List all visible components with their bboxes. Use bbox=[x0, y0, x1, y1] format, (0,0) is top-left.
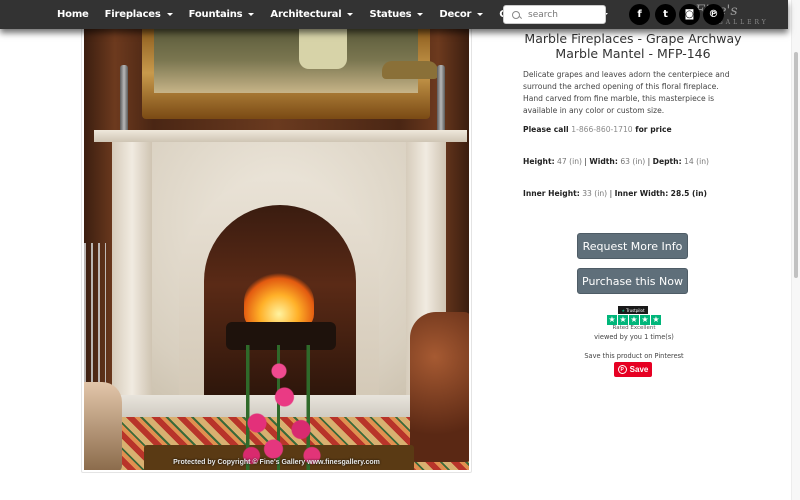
pinterest-prompt: Save this product on Pinterest bbox=[584, 352, 684, 360]
pinterest-icon: P bbox=[617, 365, 627, 374]
separator: | bbox=[647, 157, 651, 166]
pinterest-glyph: ℗ bbox=[708, 9, 719, 20]
twitter-icon[interactable]: t bbox=[655, 4, 676, 25]
image-painting bbox=[154, 27, 438, 93]
pinterest-save-label: Save bbox=[629, 365, 649, 374]
nav-item-architectural[interactable]: Architectural bbox=[262, 0, 361, 29]
inner-width-value: 28.5 (in) bbox=[670, 189, 707, 198]
image-mantel-shelf bbox=[94, 130, 467, 142]
search-icon bbox=[512, 10, 520, 19]
image-painting-figure bbox=[299, 27, 347, 69]
caret-down-icon bbox=[347, 13, 354, 16]
depth-value: 14 (in) bbox=[684, 157, 709, 166]
inner-width-label: Inner Width: bbox=[614, 189, 669, 198]
star-icon: ★ bbox=[629, 315, 639, 325]
star-icon: ★ bbox=[618, 315, 628, 325]
phone-link[interactable]: 1-866-860-1710 bbox=[571, 125, 632, 134]
depth-label: Depth: bbox=[652, 157, 682, 166]
product-title: Marble Fireplaces - Grape Archway Marble… bbox=[524, 31, 742, 61]
image-fireplace-tools bbox=[84, 243, 106, 383]
image-copyright-watermark: Protected by Copyright © Fine's Gallery … bbox=[173, 459, 380, 466]
image-candlestick-left bbox=[120, 65, 128, 131]
nav-item-home[interactable]: Home bbox=[49, 0, 97, 29]
caret-down-icon bbox=[166, 13, 173, 16]
image-ottoman bbox=[84, 382, 122, 470]
scrollbar-thumb[interactable] bbox=[794, 52, 798, 278]
nav-item-label: Architectural bbox=[270, 9, 342, 20]
star-icon: ★ bbox=[607, 315, 617, 325]
top-navbar: Home Fireplaces Fountains Architectural … bbox=[0, 0, 788, 29]
trustpilot-stars: ★ ★ ★ ★ ★ bbox=[607, 315, 661, 325]
instagram-icon[interactable]: ◙ bbox=[679, 4, 700, 25]
search-box[interactable] bbox=[503, 5, 606, 24]
trustpilot-badge[interactable]: ★ Trustpilot bbox=[618, 306, 648, 314]
inner-height-value: 33 (in) bbox=[582, 189, 608, 198]
caret-down-icon bbox=[477, 13, 484, 16]
search-input[interactable] bbox=[528, 9, 598, 20]
dimensions: Height: 47 (in) | Width: 63 (in) | Depth… bbox=[523, 157, 709, 166]
image-mantel-leg-left bbox=[112, 142, 152, 397]
trustpilot-star-icon: ★ bbox=[621, 307, 626, 313]
separator: | bbox=[584, 157, 587, 166]
nav-item-label: Decor bbox=[439, 9, 472, 20]
product-image-frame[interactable]: Protected by Copyright © Fine's Gallery … bbox=[81, 24, 472, 473]
separator: | bbox=[609, 189, 613, 198]
price-prefix: Please call bbox=[523, 125, 569, 134]
pinterest-icon[interactable]: ℗ bbox=[703, 4, 724, 25]
nav-item-label: Fireplaces bbox=[104, 9, 161, 20]
star-icon: ★ bbox=[651, 315, 661, 325]
trustpilot-label: Trustpilot bbox=[626, 307, 645, 313]
height-value: 47 (in) bbox=[557, 157, 582, 166]
star-icon: ★ bbox=[640, 315, 650, 325]
nav-item-decor[interactable]: Decor bbox=[431, 0, 491, 29]
facebook-glyph: f bbox=[637, 9, 642, 20]
nav-item-statues[interactable]: Statues bbox=[361, 0, 431, 29]
width-value: 63 (in) bbox=[620, 157, 646, 166]
facebook-icon[interactable]: f bbox=[629, 4, 650, 25]
pinterest-save-button[interactable]: P Save bbox=[614, 362, 652, 377]
nav-item-label: Home bbox=[57, 9, 89, 20]
price-suffix: for price bbox=[635, 125, 672, 134]
logo-subtext: GALLERY bbox=[718, 19, 769, 26]
image-candlestick-right bbox=[437, 65, 445, 131]
product-image[interactable]: Protected by Copyright © Fine's Gallery … bbox=[84, 27, 469, 470]
image-tulips bbox=[224, 345, 334, 470]
caret-down-icon bbox=[417, 13, 424, 16]
image-painting-dog bbox=[382, 61, 438, 79]
trustpilot-rating-text: Rated Excellent bbox=[612, 325, 656, 331]
nav-item-fountains[interactable]: Fountains bbox=[181, 0, 263, 29]
viewed-count-text: viewed by you 1 time(s) bbox=[594, 333, 674, 341]
caret-down-icon bbox=[248, 13, 255, 16]
instagram-glyph: ◙ bbox=[684, 9, 695, 20]
inner-dimensions: Inner Height: 33 (in) | Inner Width: 28.… bbox=[523, 189, 707, 198]
purchase-now-button[interactable]: Purchase this Now bbox=[577, 268, 688, 294]
request-more-info-button[interactable]: Request More Info bbox=[577, 233, 688, 259]
twitter-glyph: t bbox=[663, 9, 668, 20]
image-leather-chair bbox=[410, 312, 469, 462]
width-label: Width: bbox=[589, 157, 618, 166]
height-label: Height: bbox=[523, 157, 555, 166]
nav-item-label: Statues bbox=[369, 9, 412, 20]
product-description: Delicate grapes and leaves adorn the cen… bbox=[523, 70, 730, 115]
price-line: Please call 1-866-860-1710 for price bbox=[523, 125, 672, 134]
nav-item-fireplaces[interactable]: Fireplaces bbox=[97, 0, 181, 29]
inner-height-label: Inner Height: bbox=[523, 189, 580, 198]
nav-item-label: Fountains bbox=[188, 9, 243, 20]
